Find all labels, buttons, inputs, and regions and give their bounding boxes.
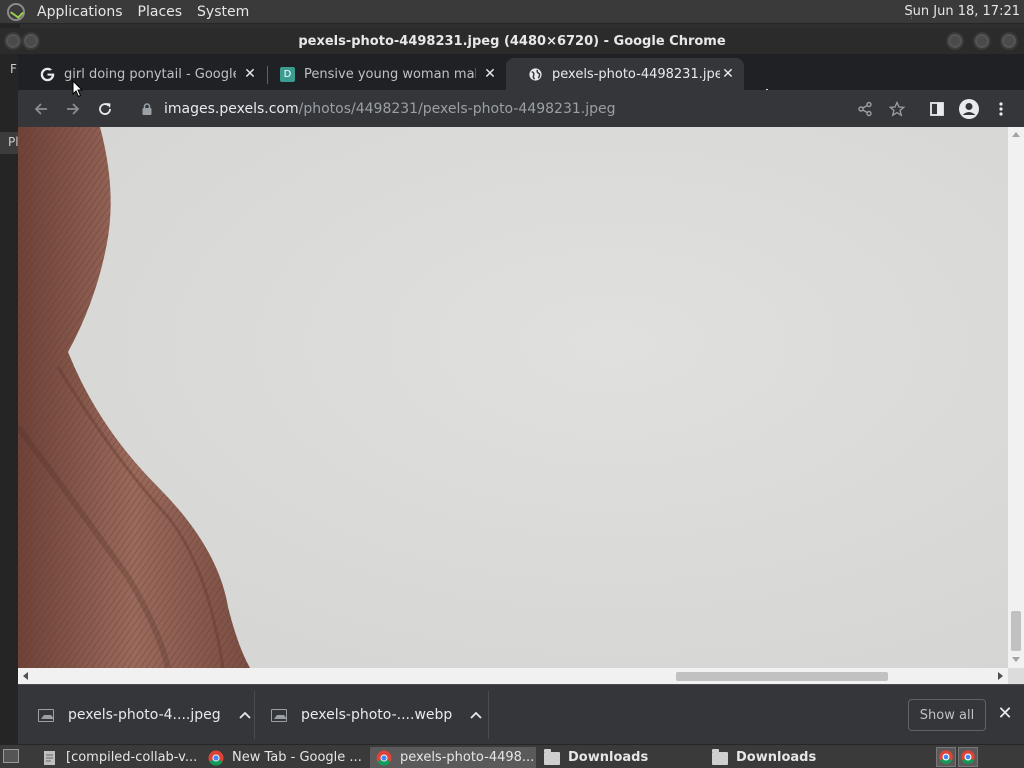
taskbar-item-label: [compiled-collab-v...: [66, 750, 198, 765]
taskbar-item-pexels[interactable]: pexels-photo-4498...: [370, 747, 536, 768]
tab-close-icon[interactable]: ✕: [720, 66, 736, 82]
background-window-label: F: [10, 62, 17, 76]
tab-close-icon[interactable]: ✕: [242, 66, 258, 82]
download-filename: pexels-photo-....webp: [301, 707, 453, 723]
chevron-up-icon[interactable]: [237, 707, 253, 723]
chrome-icon: [208, 750, 224, 766]
workspace-1-chrome-icon[interactable]: [936, 747, 956, 767]
forward-arrow-icon[interactable]: [62, 98, 84, 120]
google-g-icon: [40, 67, 55, 82]
minimize-button[interactable]: [946, 32, 964, 50]
d-site-icon: D: [280, 66, 295, 82]
photo-fabric-image: [18, 127, 1008, 668]
download-filename: pexels-photo-4....jpeg: [68, 707, 221, 723]
window-shade-button[interactable]: [22, 32, 40, 50]
download-item[interactable]: pexels-photo-....webp: [271, 703, 484, 727]
globe-icon: [528, 67, 543, 82]
folder-icon: [712, 748, 728, 766]
close-window-button[interactable]: [1000, 32, 1018, 50]
download-separator: [254, 691, 255, 739]
url-text[interactable]: images.pexels.com/photos/4498231/pexels-…: [164, 101, 616, 117]
applications-menu[interactable]: Applications: [34, 4, 126, 20]
horizontal-scrollbar[interactable]: [18, 668, 1008, 684]
mouse-cursor-icon: [72, 80, 84, 98]
image-file-icon: [38, 708, 54, 722]
system-menu[interactable]: System: [194, 4, 252, 20]
tab-title: girl doing ponytail - Google Se: [64, 66, 236, 82]
download-item[interactable]: pexels-photo-4....jpeg: [38, 703, 253, 727]
taskbar-item-label: pexels-photo-4498...: [400, 750, 535, 765]
chrome-icon: [376, 750, 392, 766]
taskbar-item-document[interactable]: [compiled-collab-v...: [36, 747, 200, 768]
workspace-2-chrome-icon[interactable]: [958, 747, 978, 767]
image-viewport[interactable]: [18, 127, 1008, 668]
chevron-up-icon[interactable]: [468, 707, 484, 723]
document-icon: [42, 750, 58, 766]
taskbar-item-new-tab[interactable]: New Tab - Google ...: [202, 747, 366, 768]
taskbar-item-downloads[interactable]: Downloads: [538, 747, 702, 768]
taskbar-item-label: Downloads: [568, 750, 649, 765]
browser-toolbar: images.pexels.com/photos/4498231/pexels-…: [18, 90, 1024, 127]
taskbar-item-label: New Tab - Google ...: [232, 750, 362, 765]
download-shelf: pexels-photo-4....jpeg pexels-photo-....…: [18, 684, 1024, 744]
window-title: pexels-photo-4498231.jpeg (4480×6720) - …: [298, 33, 726, 49]
scrollbar-corner: [1008, 668, 1024, 684]
address-bar[interactable]: images.pexels.com/photos/4498231/pexels-…: [134, 94, 940, 123]
system-top-panel: Applications Places System Sun Jun 18, 1…: [0, 0, 1024, 24]
close-shelf-icon[interactable]: ✕: [996, 705, 1014, 723]
distro-logo-icon[interactable]: [7, 2, 25, 21]
vertical-scroll-thumb[interactable]: [1011, 611, 1021, 651]
profile-avatar-icon[interactable]: [958, 98, 980, 120]
horizontal-scroll-thumb[interactable]: [676, 672, 888, 681]
taskbar: [compiled-collab-v... New Tab - Google .…: [0, 744, 1024, 768]
share-icon[interactable]: [854, 98, 876, 120]
taskbar-item-label: Downloads: [736, 750, 817, 765]
chrome-window: pexels-photo-4498231.jpeg (4480×6720) - …: [0, 28, 1024, 744]
tab-title: pexels-photo-4498231.jpeg (4: [552, 66, 720, 82]
window-titlebar[interactable]: pexels-photo-4498231.jpeg (4480×6720) - …: [0, 28, 1024, 54]
tab-title: Pensive young woman making: [304, 66, 476, 82]
kebab-menu-icon[interactable]: [990, 98, 1012, 120]
tab-pexels-image[interactable]: pexels-photo-4498231.jpeg (4 ✕: [506, 58, 744, 90]
maximize-button[interactable]: [973, 32, 991, 50]
places-menu[interactable]: Places: [135, 4, 186, 20]
taskbar-item-downloads[interactable]: Downloads: [706, 747, 870, 768]
tab-strip: girl doing ponytail - Google Se ✕ D Pens…: [18, 54, 1024, 108]
clock[interactable]: Sun Jun 18, 17:21: [904, 4, 1020, 19]
show-all-button[interactable]: Show all: [908, 699, 986, 731]
background-window-side-label: Pl: [0, 132, 19, 154]
window-menu-button[interactable]: [4, 32, 22, 50]
lock-icon[interactable]: [142, 102, 152, 115]
back-arrow-icon[interactable]: [30, 98, 52, 120]
tab-pexels-page[interactable]: D Pensive young woman making ✕: [258, 58, 506, 90]
show-desktop-icon[interactable]: [3, 749, 19, 763]
tab-google-search[interactable]: girl doing ponytail - Google Se ✕: [18, 58, 266, 90]
image-file-icon: [271, 708, 287, 722]
url-path: /photos/4498231/pexels-photo-4498231.jpe…: [298, 100, 616, 117]
folder-icon: [544, 748, 560, 766]
vertical-scrollbar[interactable]: [1008, 127, 1024, 668]
download-separator: [488, 691, 489, 739]
side-panel-icon[interactable]: [926, 98, 948, 120]
tab-close-icon[interactable]: ✕: [482, 66, 498, 82]
url-host: images.pexels.com: [164, 100, 299, 117]
reload-icon[interactable]: [94, 98, 116, 120]
bookmark-star-icon[interactable]: [886, 98, 908, 120]
